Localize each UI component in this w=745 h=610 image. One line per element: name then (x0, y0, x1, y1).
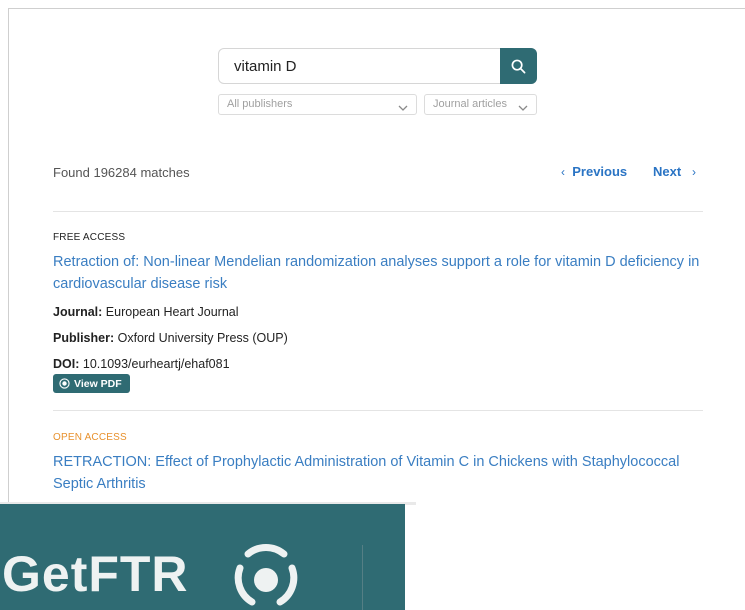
search-input[interactable] (219, 49, 501, 83)
publisher-meta: Publisher: Oxford University Press (OUP) (53, 331, 288, 345)
doi-value: 10.1093/eurheartj/ehaf081 (82, 357, 230, 371)
publisher-value: Oxford University Press (OUP) (117, 331, 288, 345)
type-select[interactable]: Journal articles (424, 94, 537, 115)
publisher-select[interactable]: All publishers (218, 94, 417, 115)
getftr-icon (59, 378, 70, 389)
previous-label: Previous (572, 164, 628, 179)
chevron-right-icon: › (692, 165, 697, 179)
getftr-logo-icon (226, 540, 306, 610)
result-title-link[interactable]: RETRACTION: Effect of Prophylactic Admin… (53, 451, 713, 495)
result-title-link[interactable]: Retraction of: Non-linear Mendelian rand… (53, 251, 713, 295)
chevron-left-icon: ‹ (561, 165, 565, 179)
search-button[interactable] (500, 48, 537, 84)
type-select-value: Journal articles (433, 98, 507, 110)
getftr-logo-text: GetFTR (2, 546, 189, 602)
chevron-down-icon (398, 100, 408, 114)
divider (53, 410, 703, 411)
view-pdf-button[interactable]: View PDF (53, 374, 130, 393)
search-box (218, 48, 537, 84)
journal-value: European Heart Journal (105, 305, 239, 319)
doi-meta: DOI: 10.1093/eurheartj/ehaf081 (53, 357, 230, 371)
search-icon (511, 59, 526, 74)
access-badge: OPEN ACCESS (53, 432, 127, 443)
doi-label: DOI: (53, 357, 80, 371)
access-badge: FREE ACCESS (53, 232, 126, 243)
chevron-down-icon (518, 100, 528, 114)
publisher-label: Publisher: (53, 331, 115, 345)
view-pdf-label: View PDF (74, 377, 122, 390)
divider (53, 211, 703, 212)
previous-page-button[interactable]: ‹ Previous (561, 164, 627, 179)
journal-meta: Journal: European Heart Journal (53, 305, 239, 319)
publisher-select-value: All publishers (227, 98, 293, 110)
next-page-button[interactable]: Next › (653, 164, 696, 179)
results-count: Found 196284 matches (53, 165, 190, 180)
banner-divider (362, 545, 363, 610)
journal-label: Journal: (53, 305, 103, 319)
next-label: Next (653, 164, 682, 179)
